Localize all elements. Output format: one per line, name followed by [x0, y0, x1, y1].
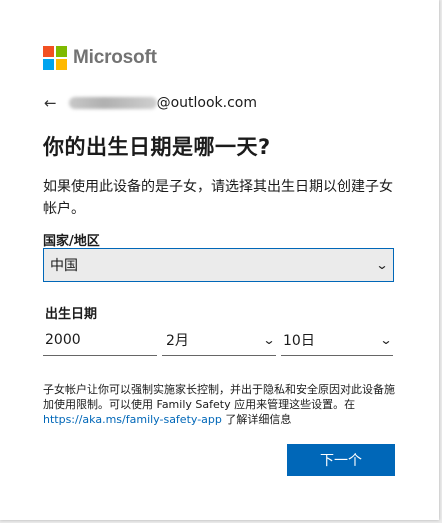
birth-year-value: 2000 — [45, 331, 81, 348]
chevron-down-icon: ⌄ — [375, 258, 389, 272]
microsoft-logo-icon — [43, 46, 67, 70]
birth-day-value: 10日 — [283, 332, 315, 349]
country-label: 国家/地区 — [43, 234, 100, 249]
birth-month-value: 2月 — [166, 332, 189, 349]
birth-month-select[interactable]: 2月 ⌄ — [162, 324, 276, 356]
account-email: @outlook.com — [156, 95, 257, 111]
birthdate-label: 出生日期 — [45, 307, 98, 322]
signup-card: Microsoft ← @outlook.com 你的出生日期是哪一天? 如果使… — [0, 0, 439, 520]
page-description: 如果使用此设备的是子女，请选择其出生日期以创建子女帐户。 — [43, 179, 393, 217]
identity-banner: ← @outlook.com — [44, 94, 257, 112]
chevron-down-icon: ⌄ — [379, 332, 393, 347]
page-title: 你的出生日期是哪一天? — [43, 135, 271, 159]
microsoft-logo: Microsoft — [43, 46, 157, 70]
next-button[interactable]: 下一个 — [287, 444, 395, 476]
birth-day-select[interactable]: 10日 ⌄ — [281, 324, 393, 356]
back-arrow-icon[interactable]: ← — [44, 94, 57, 112]
birth-year-field[interactable]: 2000 — [43, 324, 157, 356]
country-selected-value: 中国 — [50, 258, 78, 274]
microsoft-logo-text: Microsoft — [73, 47, 157, 68]
country-select[interactable]: 中国 ⌄ — [43, 248, 394, 282]
chevron-down-icon: ⌄ — [262, 332, 276, 347]
note-text: 子女帐户让你可以强制实施家长控制，并出于隐私和安全原因对此设备施加使用限制。可以… — [43, 383, 395, 411]
family-safety-note: 子女帐户让你可以强制实施家长控制，并出于隐私和安全原因对此设备施加使用限制。可以… — [43, 382, 398, 427]
note-text-end: 了解详细信息 — [221, 413, 292, 426]
family-safety-link[interactable]: https://aka.ms/family-safety-app — [43, 413, 222, 426]
redacted-email-blur — [68, 97, 157, 109]
